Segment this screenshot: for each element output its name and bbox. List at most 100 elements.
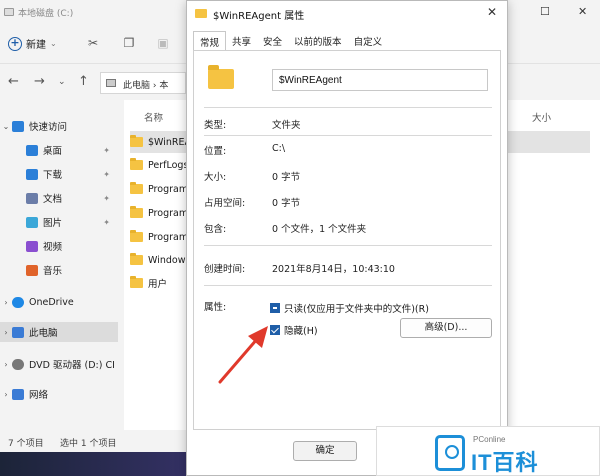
divider [204, 285, 492, 286]
hidden-checkbox[interactable]: 隐藏(H) [270, 323, 318, 337]
sidebar-item-label: DVD 驱动器 (D:) CI [29, 360, 115, 371]
up-icon[interactable]: ↑ [78, 74, 89, 89]
maximize-icon[interactable]: ☐ [540, 5, 550, 18]
drive-icon [4, 8, 14, 16]
sidebar-item-downloads[interactable]: 下载 ✦ [0, 164, 118, 184]
item-count: 7 个项目 [8, 439, 44, 449]
sidebar-item-network[interactable]: › 网络 [0, 384, 118, 404]
sidebar-item-label: 视频 [43, 242, 63, 253]
file-name: $WinREA [148, 136, 191, 148]
folder-icon [130, 276, 143, 288]
chevron-down-icon: ⌄ [2, 121, 10, 131]
folder-icon [130, 158, 143, 170]
sidebar-item-label: 此电脑 [29, 328, 58, 339]
folder-icon [130, 206, 143, 218]
advanced-button[interactable]: 高级(D)... [400, 318, 492, 338]
sidebar-item-label: 快速访问 [29, 122, 68, 133]
picture-icon [26, 216, 38, 228]
dialog-titlebar[interactable]: $WinREAgent 属性 ✕ [187, 1, 507, 27]
ok-button[interactable]: 确定 [293, 441, 357, 461]
readonly-checkbox[interactable]: 只读(仅应用于文件夹中的文件)(R) [270, 301, 429, 315]
location-value: C:\ [272, 143, 286, 154]
properties-dialog: $WinREAgent 属性 ✕ 常规 共享 安全 以前的版本 自定义 类型: … [186, 0, 508, 476]
sidebar-item-label: 音乐 [43, 266, 63, 277]
document-icon [26, 192, 38, 204]
cloud-icon [12, 296, 24, 308]
tab-general[interactable]: 常规 [193, 31, 227, 51]
folder-icon [130, 182, 143, 194]
watermark: PConline IT百科 [376, 426, 600, 476]
dvd-icon [12, 358, 24, 370]
pin-icon[interactable]: ✦ [103, 170, 110, 179]
divider [204, 135, 492, 136]
tab-security[interactable]: 安全 [257, 31, 288, 49]
tab-customize[interactable]: 自定义 [348, 31, 389, 49]
sidebar-item-label: 图片 [43, 218, 63, 229]
tab-sharing[interactable]: 共享 [226, 31, 257, 49]
forward-icon[interactable]: → [34, 74, 45, 89]
explorer-title: 本地磁盘 (C:) [18, 9, 74, 19]
watermark-small-text: PConline [473, 435, 506, 444]
network-icon [12, 388, 24, 400]
folder-icon [130, 230, 143, 242]
file-name: Program [148, 231, 189, 243]
computer-icon [12, 326, 24, 338]
sidebar-item-label: 网络 [29, 390, 49, 401]
sidebar-item-label: 文档 [43, 194, 63, 205]
folder-icon [130, 253, 143, 265]
attributes-label: 属性: [204, 302, 227, 313]
readonly-label: 只读(仅应用于文件夹中的文件)(R) [284, 304, 429, 315]
file-name: Program [148, 183, 189, 195]
paste-icon[interactable]: ▣ [156, 36, 170, 50]
recent-chevron-icon[interactable]: ⌄ [58, 77, 66, 87]
pin-icon[interactable]: ✦ [103, 194, 110, 203]
tab-bar: 常规 共享 安全 以前的版本 自定义 [193, 31, 388, 51]
sidebar-item-desktop[interactable]: 桌面 ✦ [0, 140, 118, 160]
sidebar-item-videos[interactable]: 视频 [0, 236, 118, 256]
address-bar[interactable]: 此电脑 › 本 [100, 72, 186, 94]
pin-icon[interactable]: ✦ [103, 218, 110, 227]
file-name: Program [148, 207, 189, 219]
folder-name-input[interactable] [272, 69, 488, 91]
divider [204, 107, 492, 108]
contains-value: 0 个文件，1 个文件夹 [272, 224, 367, 235]
sidebar-item-documents[interactable]: 文档 ✦ [0, 188, 118, 208]
download-icon [26, 168, 38, 180]
new-button-label: 新建 [26, 40, 46, 51]
disk-size-label: 占用空间: [204, 198, 246, 209]
copy-icon[interactable]: ❐ [122, 36, 136, 50]
new-button[interactable]: + 新建 ⌄ [8, 36, 57, 51]
sidebar-item-dvd-drive[interactable]: › DVD 驱动器 (D:) CI [0, 354, 118, 374]
checkbox-checked-icon [270, 325, 280, 335]
pconline-logo-icon [435, 435, 465, 471]
tab-previous-versions[interactable]: 以前的版本 [288, 31, 348, 49]
back-icon[interactable]: ← [8, 74, 19, 89]
close-icon[interactable]: ✕ [487, 5, 497, 19]
plus-icon: + [8, 36, 22, 51]
sidebar-item-onedrive[interactable]: › OneDrive [0, 292, 118, 312]
folder-icon [195, 9, 207, 18]
pin-icon[interactable]: ✦ [103, 146, 110, 155]
video-icon [26, 240, 38, 252]
watermark-big-text: IT百科 [471, 450, 539, 475]
chevron-right-icon: › [4, 297, 8, 307]
close-icon[interactable]: ✕ [578, 5, 587, 18]
divider [204, 245, 492, 246]
column-header-name[interactable]: 名称 [144, 110, 163, 124]
created-label: 创建时间: [204, 264, 246, 275]
sidebar-item-label: OneDrive [29, 296, 74, 308]
desktop-icon [26, 144, 38, 156]
sidebar-item-pictures[interactable]: 图片 ✦ [0, 212, 118, 232]
hidden-label: 隐藏(H) [284, 326, 318, 337]
chevron-right-icon: › [4, 359, 8, 369]
sidebar-item-this-pc[interactable]: › 此电脑 [0, 322, 118, 342]
sidebar-item-quick-access[interactable]: ⌄ 快速访问 [0, 116, 118, 136]
dialog-title: $WinREAgent 属性 [213, 11, 305, 22]
column-header-size[interactable]: 大小 [532, 110, 551, 124]
computer-icon [106, 79, 116, 87]
cut-icon[interactable]: ✂ [86, 36, 100, 50]
sidebar-item-music[interactable]: 音乐 [0, 260, 118, 280]
music-icon [26, 264, 38, 276]
size-value: 0 字节 [272, 172, 301, 183]
type-value: 文件夹 [272, 120, 301, 131]
